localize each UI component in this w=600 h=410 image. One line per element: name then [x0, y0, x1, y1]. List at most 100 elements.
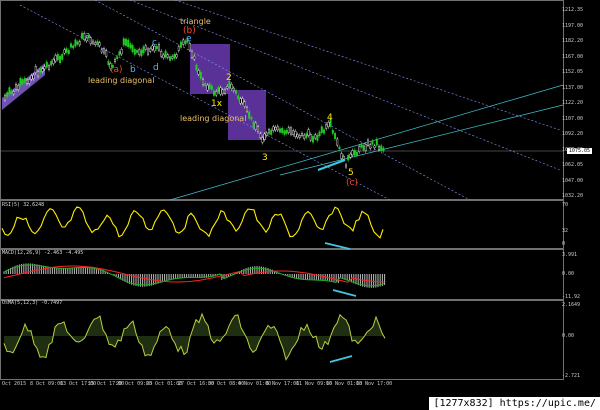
- candle-body: [237, 95, 240, 100]
- candle-body: [382, 147, 385, 152]
- candle-body: [316, 134, 319, 141]
- candle-body: [367, 139, 370, 146]
- candle-body: [340, 153, 343, 160]
- candle-body: [342, 156, 345, 160]
- pane-border: [0, 200, 564, 249]
- time-tick: 18 Nov 17:00: [356, 381, 393, 387]
- candle-body: [52, 59, 55, 64]
- candle-body: [285, 130, 288, 134]
- candle-body: [303, 134, 306, 139]
- rsi-tick-70: 70: [562, 202, 569, 208]
- candle-body: [157, 44, 160, 51]
- candle-body: [140, 49, 143, 57]
- candle-body: [296, 134, 299, 138]
- candle-body: [356, 151, 359, 156]
- wave-label-a: a: [85, 31, 91, 41]
- price-tick: 1092.20: [562, 131, 584, 137]
- candle-body: [34, 66, 37, 74]
- candle-body: [268, 129, 271, 134]
- candle-body: [133, 49, 136, 55]
- candle-body: [210, 85, 213, 90]
- candle-body: [208, 83, 211, 89]
- candle-body: [129, 43, 132, 49]
- candle-body: [257, 126, 260, 132]
- candle-body: [239, 98, 242, 104]
- candle-body: [32, 74, 35, 79]
- candle-body: [177, 46, 180, 51]
- candle-body: [358, 146, 361, 152]
- candle-body: [287, 127, 290, 133]
- candle-body: [323, 129, 326, 134]
- candle-body: [175, 54, 178, 58]
- candle-body: [221, 89, 224, 95]
- candle-body: [48, 65, 51, 70]
- wave-label-b-paren: (b): [183, 26, 196, 36]
- candle-body: [164, 50, 167, 58]
- candle-body: [100, 49, 103, 53]
- candle-body: [223, 89, 226, 94]
- candle-body: [197, 70, 200, 75]
- candle-body: [30, 75, 33, 80]
- candle-body: [67, 50, 70, 54]
- candle-body: [149, 48, 152, 52]
- candle-body: [298, 135, 301, 138]
- wave-label-2: 2: [226, 73, 232, 83]
- candle-body: [142, 46, 145, 54]
- candle-body: [380, 145, 383, 151]
- time-tick: Oct 2015: [2, 381, 27, 387]
- candle-body: [234, 90, 237, 94]
- candle-body: [230, 83, 233, 90]
- candle-body: [182, 39, 185, 45]
- osma-tick-top: 2.1649: [562, 302, 581, 308]
- candle-body: [195, 64, 198, 71]
- rsi-line: [1, 206, 384, 239]
- candle-body: [252, 121, 255, 129]
- candle-body: [8, 87, 11, 95]
- price-tick: 1062.05: [562, 162, 584, 168]
- candle-body: [307, 129, 310, 136]
- candle-body: [138, 49, 141, 55]
- price-tick: 1122.20: [562, 100, 584, 106]
- candle-body: [263, 133, 266, 140]
- annotation-leading-diagonal-2: leading diagonal: [180, 114, 247, 123]
- candle-body: [14, 84, 17, 90]
- arrow-rsi: [324, 242, 351, 250]
- candle-body: [219, 87, 222, 95]
- candle-body: [292, 130, 295, 135]
- candle-body: [63, 49, 66, 54]
- candle-body: [261, 137, 264, 143]
- candle-body: [61, 54, 64, 60]
- candle-body: [318, 131, 321, 137]
- candle-body: [331, 129, 334, 134]
- time-tick: 6 Nov 17:00: [266, 381, 300, 387]
- wave-label-b: b: [130, 65, 136, 75]
- wave-label-4: 4: [327, 113, 333, 123]
- candle-body: [351, 150, 354, 156]
- candle-body: [254, 122, 257, 130]
- rsi-pane-label: RSI(5) 32.6248: [2, 202, 45, 208]
- wave-label-c-paren: (c): [346, 178, 358, 188]
- arrow-main: [317, 159, 346, 171]
- candle-body: [120, 49, 123, 55]
- candle-body: [37, 71, 40, 77]
- candle-body: [312, 136, 315, 143]
- candle-body: [212, 90, 215, 96]
- wave-label-5: 5: [348, 168, 354, 178]
- candle-body: [166, 54, 169, 58]
- candle-body: [91, 40, 94, 44]
- candle-body: [378, 146, 381, 150]
- candle-body: [325, 124, 328, 129]
- candle-body: [50, 60, 53, 66]
- rsi-tick-32: 32: [562, 228, 569, 234]
- candle-body: [373, 145, 376, 149]
- osma-area: [4, 313, 385, 360]
- candle-body: [362, 145, 365, 151]
- candle-body: [188, 43, 191, 51]
- macd-tick-bottom: -11.92: [562, 294, 581, 300]
- candle-body: [248, 111, 251, 119]
- candle-body: [96, 40, 99, 45]
- candle-body: [314, 134, 317, 139]
- candle-body: [94, 42, 97, 45]
- osma-tick-bottom: -2.721: [562, 373, 581, 379]
- candle-body: [118, 51, 121, 56]
